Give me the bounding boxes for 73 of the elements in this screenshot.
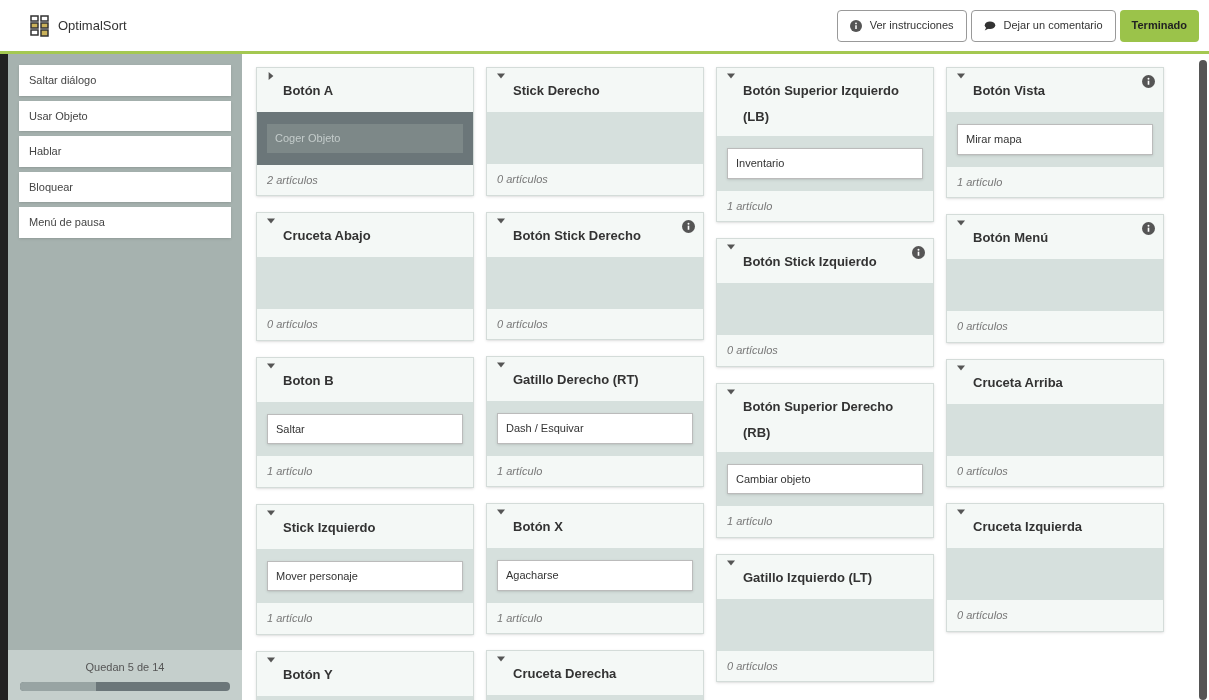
category-title: Botón Menú (973, 229, 1050, 247)
app-name: OptimalSort (58, 16, 127, 35)
card-item[interactable]: Saltar diálogo (19, 65, 231, 96)
caret-down-icon[interactable] (957, 72, 965, 80)
category-title: Cruceta Arriba (973, 373, 1064, 392)
category-title: Botón Stick Izquierdo (743, 253, 878, 271)
caret-down-icon[interactable] (497, 216, 505, 225)
card-item[interactable]: Saltar (267, 413, 463, 444)
category-title: Botón Y (283, 665, 334, 684)
remaining-text: Quedan 5 de 14 (85, 660, 165, 676)
card-item[interactable]: Dash / Esquivar (497, 413, 693, 444)
finish-button[interactable]: Terminado (1119, 9, 1199, 42)
card-item[interactable]: Menú de pausa (19, 207, 231, 238)
card-item[interactable]: Usar Objeto (19, 100, 231, 131)
item-count: 0 artículos (956, 608, 1009, 623)
item-count: 1 artículo (496, 610, 544, 626)
item-count: 1 artículo (266, 464, 314, 479)
card-item[interactable]: Mirar mapa (957, 124, 1153, 155)
item-count: 2 artículos (266, 172, 319, 188)
category-title: Botón Stick Derecho (513, 226, 642, 245)
caret-down-icon[interactable] (497, 655, 505, 663)
caret-down-icon[interactable] (957, 219, 965, 227)
category-title: Cruceta Abajo (283, 227, 372, 245)
caret-down-icon[interactable] (957, 508, 965, 516)
caret-down-icon[interactable] (497, 72, 505, 80)
info-icon (849, 19, 862, 32)
caret-down-icon[interactable] (267, 508, 275, 517)
category-title: Botón Vista (973, 82, 1046, 100)
speech-bubble-icon (983, 19, 996, 32)
card-item[interactable]: Bloquear (19, 171, 231, 202)
category-title: Gatillo Izquierdo (LT) (743, 568, 874, 587)
item-count: 0 artículos (496, 172, 549, 187)
caret-down-icon[interactable] (957, 363, 965, 372)
item-count: 0 artículos (496, 316, 549, 332)
item-count: 1 artículo (266, 611, 314, 626)
caret-right-icon[interactable] (267, 72, 275, 80)
caret-down-icon[interactable] (727, 558, 735, 567)
category-title: Botón Superior Izquierdo (LB) (743, 82, 900, 126)
card-item[interactable]: Mover personaje (267, 560, 463, 591)
category-title: Botón X (513, 518, 564, 536)
item-count: 1 artículo (726, 198, 774, 214)
item-count: 1 artículo (726, 514, 774, 529)
card-item[interactable]: Inventario (727, 148, 923, 179)
caret-down-icon[interactable] (497, 361, 505, 369)
item-count: 1 artículo (496, 463, 544, 479)
scrollbar[interactable] (1199, 60, 1207, 700)
caret-down-icon[interactable] (267, 217, 275, 225)
comment-button[interactable]: Dejar un comentario (970, 9, 1116, 42)
category-title: Cruceta Izquierda (973, 518, 1084, 536)
category-title: Botón Superior Derecho (RB) (743, 397, 895, 442)
caret-down-icon[interactable] (727, 72, 735, 80)
item-count: 0 artículos (956, 463, 1009, 479)
item-count: 0 artículos (726, 658, 779, 674)
item-count: 0 artículos (726, 343, 779, 358)
category-title: Stick Izquierdo (283, 518, 377, 537)
item-count: 1 artículo (956, 174, 1004, 190)
logo-icon (30, 13, 50, 38)
caret-down-icon[interactable] (727, 243, 735, 251)
category-title: Botón A (283, 82, 335, 100)
card-item[interactable]: Agacharse (497, 560, 693, 591)
caret-down-icon[interactable] (267, 361, 275, 370)
caret-down-icon[interactable] (497, 508, 505, 516)
caret-down-icon[interactable] (727, 387, 735, 396)
card-item[interactable]: Cambiar objeto (727, 463, 923, 494)
category-title: Boton B (283, 371, 335, 390)
item-count: 0 artículos (266, 317, 319, 332)
item-count: 0 artículos (956, 319, 1009, 334)
category-title: Cruceta Derecha (513, 665, 618, 683)
card-item[interactable]: Hablar (19, 136, 231, 167)
instructions-button[interactable]: Ver instrucciones (836, 9, 967, 42)
category-title: Stick Derecho (513, 82, 601, 100)
category-title: Gatillo Derecho (RT) (513, 371, 640, 389)
caret-down-icon[interactable] (267, 655, 275, 664)
